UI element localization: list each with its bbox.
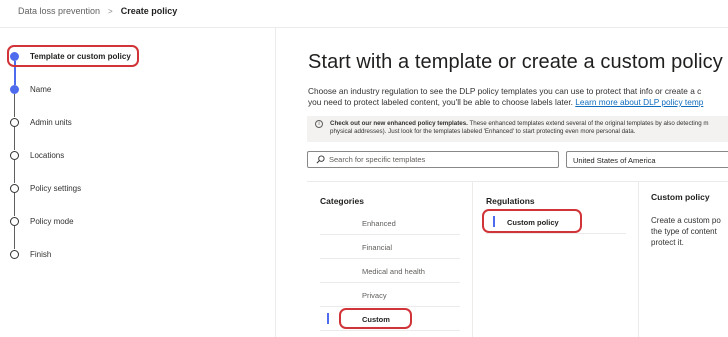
step-label: Policy mode [30,216,74,226]
search-icon [316,155,325,164]
info-line-1: Check out our new enhanced policy templa… [330,120,728,128]
step-connector-2 [14,94,15,117]
step-label: Name [30,84,52,94]
category-medical-and-health[interactable]: Medical and health [362,267,425,276]
highlight-regulation-custom-policy [482,209,582,233]
breadcrumb-link-dlp[interactable]: Data loss prevention [18,6,100,16]
custom-policy-description: Create a custom po the type of content p… [651,215,721,248]
regulations-header: Regulations [486,196,535,206]
step-connector-4 [14,160,15,183]
category-divider [320,234,460,235]
custom-policy-header: Custom policy [651,192,710,202]
step-label: Finish [30,249,52,259]
custom-policy-line-1: Create a custom po [651,216,721,225]
step-label: Locations [30,150,65,160]
column-divider-1 [472,181,473,337]
info-text: These enhanced templates extend several … [467,120,709,127]
template-search-box[interactable] [307,151,559,168]
page-description: Choose an industry regulation to see the… [308,86,728,108]
description-line-1: Choose an industry regulation to see the… [308,86,702,96]
categories-header: Categories [320,196,364,206]
category-divider [320,306,460,307]
step-indicator [10,117,19,127]
step-indicator [10,249,19,259]
step-admin-units[interactable]: Admin units [10,115,72,129]
category-divider [320,282,460,283]
step-name[interactable]: Name [10,82,51,96]
step-label: Policy settings [30,183,82,193]
step-indicator [10,183,19,193]
column-divider-2 [638,181,639,337]
step-finish[interactable]: Finish [10,247,51,261]
learn-more-link[interactable]: Learn more about DLP policy temp [575,97,703,107]
info-icon: i [315,120,323,128]
step-connector-6 [14,226,15,249]
breadcrumb-current: Create policy [120,6,178,16]
info-bold-text: Check out our new enhanced policy templa… [330,120,468,127]
step-connector-3 [14,127,15,150]
step-indicator [10,150,19,160]
info-message-bar: i Check out our new enhanced policy temp… [307,116,728,142]
step-label: Admin units [30,117,72,127]
category-divider [320,330,460,331]
step-indicator [10,84,19,94]
step-locations[interactable]: Locations [10,148,64,162]
info-line-2: physical addresses). Just look for the t… [330,128,636,135]
breadcrumb: Data loss prevention > Create policy [18,6,177,16]
custom-policy-line-3: protect it. [651,238,684,247]
regulation-divider [486,233,626,234]
category-financial[interactable]: Financial [362,243,392,252]
description-line-2-text: you need to protect labeled content, you… [308,97,576,107]
custom-policy-line-2: the type of content [651,227,717,236]
description-line-2: you need to protect labeled content, you… [308,97,728,108]
category-divider [320,258,460,259]
category-enhanced[interactable]: Enhanced [362,219,396,228]
search-input[interactable] [329,155,549,164]
highlight-category-custom [339,308,412,329]
step-policy-mode[interactable]: Policy mode [10,214,74,228]
step-connector-5 [14,193,15,216]
highlight-step-template [7,45,139,67]
step-policy-settings[interactable]: Policy settings [10,181,81,195]
step-indicator [10,216,19,226]
category-selected-indicator [327,313,329,324]
page-title: Start with a template or create a custom… [308,51,723,73]
country-dropdown[interactable]: United States of America [566,151,728,168]
category-privacy[interactable]: Privacy [362,291,387,300]
breadcrumb-separator: > [108,6,113,16]
